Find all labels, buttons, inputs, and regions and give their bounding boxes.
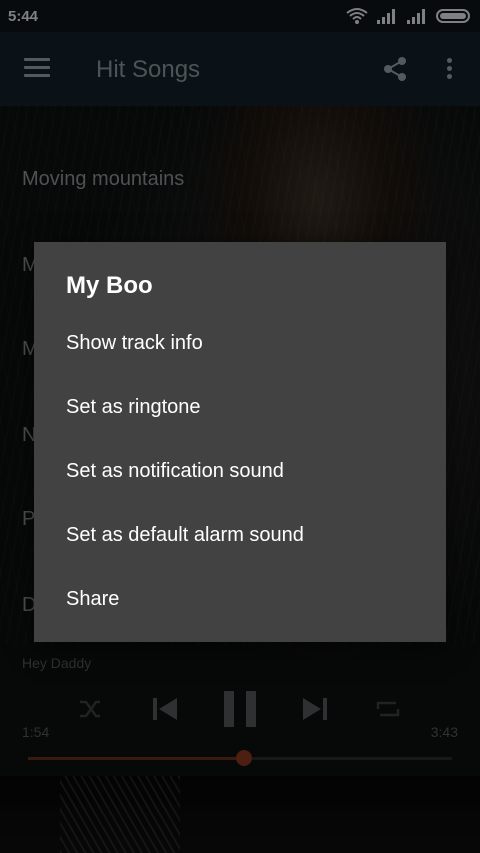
option-label: Show track info [66,332,203,354]
option-label: Set as ringtone [66,396,201,418]
set-alarm-sound-option[interactable]: Set as default alarm sound [34,504,446,568]
share-option[interactable]: Share [34,568,446,632]
dialog-title: My Boo [66,272,153,299]
set-ringtone-option[interactable]: Set as ringtone [34,376,446,440]
track-options-dialog: My Boo Show track info Set as ringtone S… [34,242,446,642]
option-label: Share [66,588,120,610]
set-notification-sound-option[interactable]: Set as notification sound [34,440,446,504]
option-label: Set as notification sound [66,460,284,482]
show-track-info-option[interactable]: Show track info [34,312,446,376]
option-label: Set as default alarm sound [66,524,304,546]
